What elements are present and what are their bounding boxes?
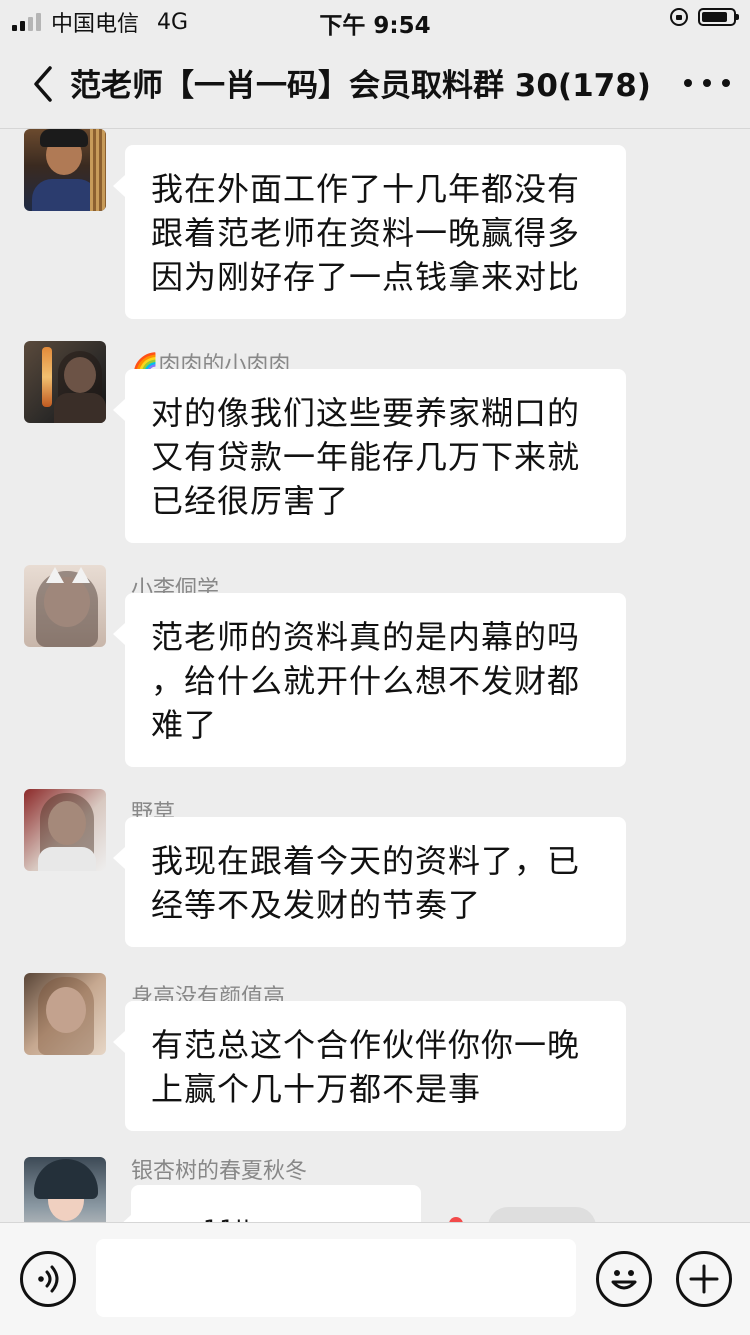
message-input[interactable]: [96, 1239, 576, 1317]
avatar[interactable]: [24, 1157, 106, 1222]
emoji-icon: [611, 1270, 637, 1290]
message-line: 我现在跟着今天的资料了，已: [151, 842, 581, 880]
message-line: 有范总这个合作伙伴你你一晚: [151, 1026, 581, 1064]
message-bubble[interactable]: 对的像我们这些要养家糊口的 又有贷款一年能存几万下来就 已经很厉害了: [113, 369, 626, 543]
avatar[interactable]: [24, 973, 106, 1055]
back-chevron-icon: [34, 66, 52, 102]
message-bubble[interactable]: 有范总这个合作伙伴你你一晚 上赢个几十万都不是事: [113, 1001, 626, 1131]
message-line: 跟着范老师在资料一晚赢得多: [151, 214, 581, 252]
chat-header: 范老师【一肖一码】会员取料群 30(178): [0, 40, 750, 129]
message-line: 经等不及发财的节奏了: [151, 886, 482, 924]
message-line: 又有贷款一年能存几万下来就: [151, 438, 581, 476]
message-bubble[interactable]: 我现在跟着今天的资料了，已 经等不及发财的节奏了: [113, 817, 626, 947]
more-functions-button[interactable]: [676, 1251, 732, 1307]
voice-mode-icon: [38, 1265, 59, 1293]
message-bubble[interactable]: 范老师的资料真的是内幕的吗 ，给什么就开什么想不发财都 难了: [113, 593, 626, 767]
voice-duration: 11'': [203, 1207, 251, 1222]
message-line: 已经很厉害了: [151, 482, 350, 520]
message-line: 范老师的资料真的是内幕的吗: [151, 618, 581, 656]
message-bubble[interactable]: 我在外面工作了十几年都没有 跟着范老师在资料一晚赢得多 因为刚好存了一点钱拿来对…: [113, 145, 626, 319]
input-bar: [0, 1222, 750, 1335]
convert-to-text-chip[interactable]: [488, 1207, 596, 1222]
emoji-button[interactable]: [596, 1251, 652, 1307]
message-line: ，给什么就开什么想不发财都: [151, 662, 581, 700]
message-line: 对的像我们这些要养家糊口的: [151, 394, 581, 432]
chat-title: 范老师【一肖一码】会员取料群 30(178): [70, 68, 651, 104]
avatar[interactable]: [24, 565, 106, 647]
more-dots-icon: [684, 79, 692, 87]
battery-icon: [698, 8, 739, 26]
back-button[interactable]: [28, 64, 62, 104]
avatar[interactable]: [24, 129, 106, 211]
message-line: 难了: [151, 706, 218, 744]
message-line: 上赢个几十万都不是事: [151, 1070, 482, 1108]
more-button[interactable]: [684, 70, 730, 96]
avatar[interactable]: [24, 789, 106, 871]
sender-name: 银杏树的春夏秋冬: [131, 1159, 308, 1184]
chat-list[interactable]: 我在外面工作了十几年都没有 跟着范老师在资料一晚赢得多 因为刚好存了一点钱拿来对…: [0, 129, 750, 1222]
avatar[interactable]: [24, 341, 106, 423]
voice-wave-icon: ◗: [167, 1209, 180, 1222]
message-line: 我在外面工作了十几年都没有: [151, 170, 581, 208]
status-bar: 中国电信 4G 下午 9:54: [0, 0, 750, 40]
message-line: 因为刚好存了一点钱拿来对比: [151, 258, 581, 296]
voice-mode-button[interactable]: [20, 1251, 76, 1307]
status-time: 下午 9:54: [319, 13, 431, 39]
voice-message-bubble[interactable]: ◗ 11'': [119, 1185, 421, 1222]
plus-icon: [689, 1264, 719, 1294]
orientation-lock-icon: [670, 8, 688, 26]
